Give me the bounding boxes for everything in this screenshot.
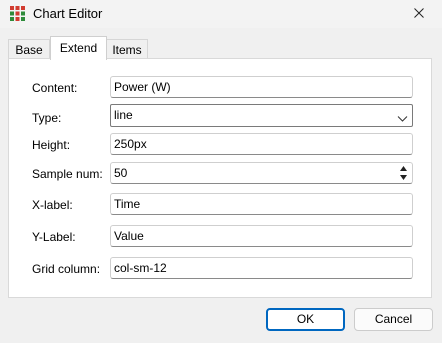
tab-base[interactable]: Base [8, 39, 50, 59]
decrement-arrow-icon[interactable] [396, 173, 411, 182]
tab-extend-label: Extend [59, 41, 98, 55]
x-label-input[interactable] [110, 193, 413, 215]
ok-button[interactable]: OK [266, 308, 345, 331]
cancel-button[interactable]: Cancel [354, 308, 433, 331]
sample-num-value: 50 [114, 166, 128, 180]
grid-column-input[interactable] [110, 257, 413, 279]
close-button[interactable] [396, 0, 442, 28]
ok-button-label: OK [296, 312, 315, 326]
chart-editor-app-icon [10, 6, 25, 21]
chevron-down-icon [397, 110, 408, 130]
increment-arrow-icon[interactable] [396, 164, 411, 173]
close-icon [414, 7, 424, 21]
tab-base-label: Base [15, 43, 43, 57]
content-input[interactable] [110, 76, 413, 98]
content-label: Content: [32, 81, 78, 95]
tab-items[interactable]: Items [106, 39, 148, 59]
type-select-value: line [114, 108, 133, 122]
sample-num-label: Sample num: [32, 167, 103, 181]
title-bar: Chart Editor [0, 0, 442, 28]
y-label-input[interactable] [110, 225, 413, 247]
y-label-label: Y-Label: [32, 230, 76, 244]
window-title: Chart Editor [33, 6, 103, 21]
tab-items-label: Items [112, 43, 142, 57]
cancel-button-label: Cancel [374, 312, 413, 326]
sample-num-stepper[interactable]: 50 [110, 162, 413, 184]
height-input[interactable] [110, 133, 413, 155]
x-label-label: X-label: [32, 198, 73, 212]
type-label: Type: [32, 111, 62, 125]
height-label: Height: [32, 138, 71, 152]
tab-extend[interactable]: Extend [50, 36, 107, 60]
type-select[interactable]: line [110, 104, 413, 127]
grid-column-label: Grid column: [32, 262, 101, 276]
